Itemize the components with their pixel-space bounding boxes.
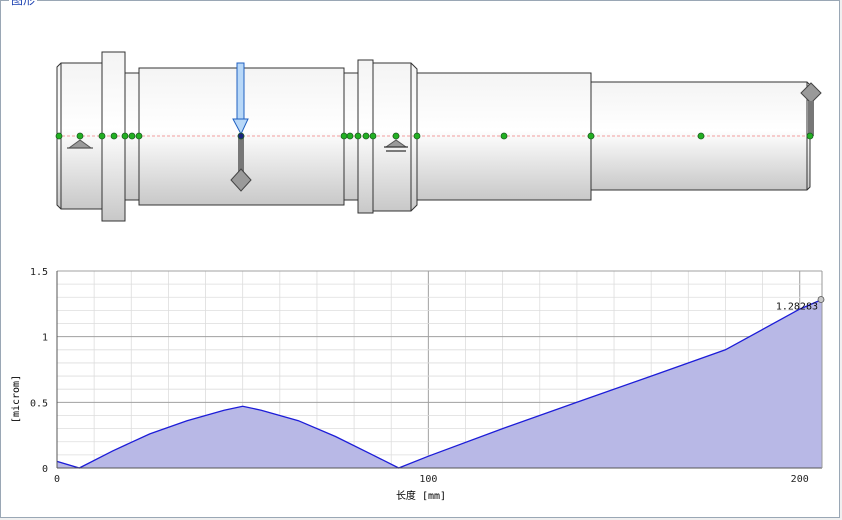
shaft-drawing[interactable]	[1, 1, 841, 241]
deflection-chart[interactable]: 0 100 200 0 0.5 1 1.5 长度 [mm] [microm] 1.28283	[1, 259, 841, 519]
shaft-node[interactable]	[346, 132, 354, 140]
shaft-node[interactable]	[362, 132, 370, 140]
x-tick-label: 200	[791, 474, 809, 485]
max-value-marker[interactable]	[817, 296, 825, 303]
shaft-node[interactable]	[128, 132, 136, 140]
x-tick-label: 0	[54, 474, 60, 485]
shaft-node[interactable]	[354, 132, 362, 140]
y-tick-label: 1.5	[30, 267, 48, 278]
shaft-node[interactable]	[135, 132, 143, 140]
shaft-node[interactable]	[55, 132, 63, 140]
shaft-node[interactable]	[340, 132, 348, 140]
shaft-node[interactable]	[697, 132, 705, 140]
shaft-node[interactable]	[237, 132, 245, 140]
y-axis-label: [microm]	[11, 375, 22, 423]
y-tick-label: 1	[42, 333, 48, 344]
y-tick-label: 0.5	[30, 398, 48, 409]
max-value-label: 1.28283	[776, 302, 818, 313]
shaft-body[interactable]	[56, 51, 811, 222]
shaft-node[interactable]	[413, 132, 421, 140]
shaft-node[interactable]	[500, 132, 508, 140]
shaft-node[interactable]	[110, 132, 118, 140]
shaft-node[interactable]	[121, 132, 129, 140]
shaft-node[interactable]	[369, 132, 377, 140]
shaft-node[interactable]	[806, 132, 814, 140]
y-tick-label: 0	[42, 464, 48, 475]
shaft-node[interactable]	[98, 132, 106, 140]
x-tick-label: 100	[419, 474, 437, 485]
x-axis-label: 长度 [mm]	[396, 489, 446, 502]
graphics-panel: 图形 0 100 200 0 0.5 1 1.5 长度 [mm] [microm…	[0, 0, 840, 518]
shaft-node[interactable]	[76, 132, 84, 140]
shaft-node[interactable]	[587, 132, 595, 140]
shaft-node[interactable]	[392, 132, 400, 140]
